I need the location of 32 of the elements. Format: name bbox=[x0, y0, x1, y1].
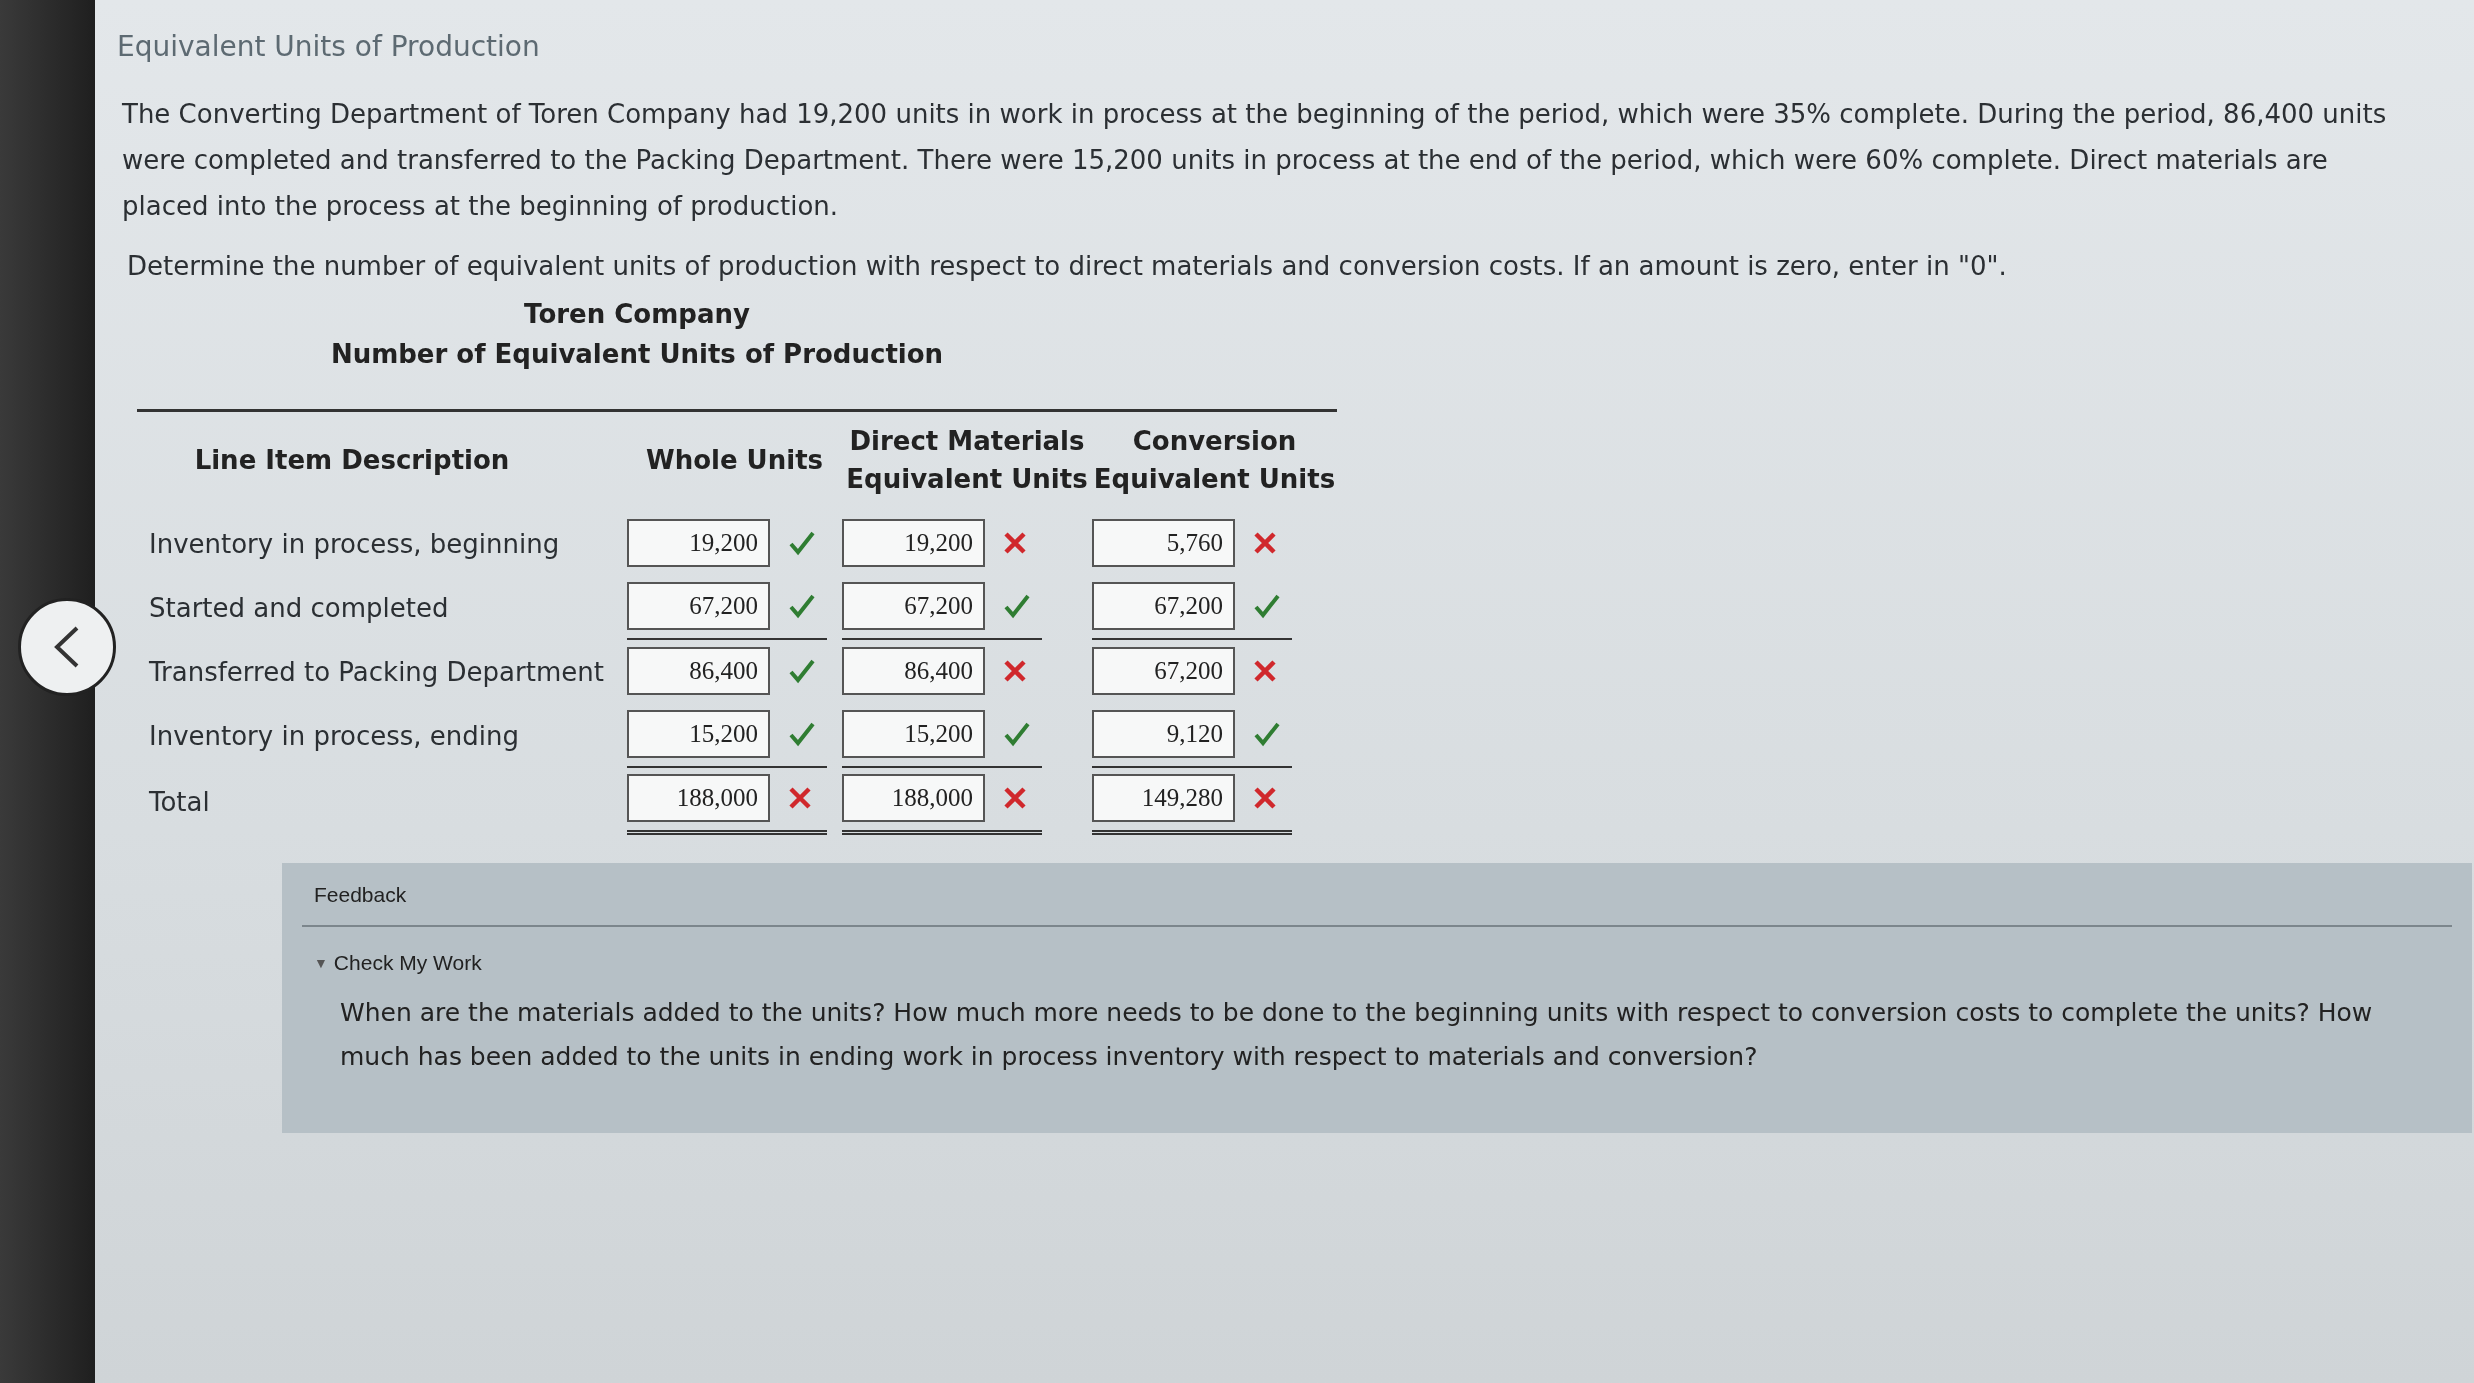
amount-field[interactable]: 67,200 bbox=[627, 582, 770, 630]
amount-field[interactable]: 67,200 bbox=[842, 582, 985, 630]
row-label: Total bbox=[148, 785, 211, 819]
column-header: Conversion Equivalent Units bbox=[1092, 425, 1337, 496]
instruction-text: Determine the number of equivalent units of production with respect to direct materials and conversion costs. If an amount is zero, enter in "0". bbox=[127, 251, 2008, 281]
company-name: Toren Company bbox=[524, 299, 750, 329]
column-header: Direct Materials Equivalent Units bbox=[845, 425, 1089, 496]
amount-field[interactable]: 15,200 bbox=[842, 710, 985, 758]
row-label: Inventory in process, beginning bbox=[148, 528, 561, 561]
amount-field[interactable]: 67,200 bbox=[1092, 582, 1235, 630]
amount-field[interactable]: 188,000 bbox=[842, 774, 985, 822]
check-my-work-toggle[interactable]: ▼ Check My Work bbox=[314, 951, 2452, 975]
amount-field[interactable]: 149,280 bbox=[1092, 774, 1235, 822]
amount-field[interactable]: 67,200 bbox=[1092, 647, 1235, 695]
column-header: Whole Units bbox=[644, 444, 825, 477]
row-label: Inventory in process, ending bbox=[148, 720, 521, 753]
feedback-heading: Feedback bbox=[302, 883, 2452, 927]
column-header: Line Item Description bbox=[193, 444, 511, 477]
amount-field[interactable]: 19,200 bbox=[842, 519, 985, 567]
row-label: Started and completed bbox=[148, 592, 450, 625]
amount-field[interactable]: 9,120 bbox=[1092, 710, 1235, 758]
amount-field[interactable]: 86,400 bbox=[842, 647, 985, 695]
row-label: Transferred to Packing Department bbox=[148, 656, 605, 689]
amount-field[interactable]: 15,200 bbox=[627, 710, 770, 758]
report-title: Number of Equivalent Units of Production bbox=[330, 339, 944, 369]
amount-field[interactable]: 86,400 bbox=[627, 647, 770, 695]
problem-text: The Converting Department of Toren Company had 19,200 units in work in process at the beginning of the period, which were 35% complete. During the period, 86,400 units were completed and transferred to the Packing Department. There were 15,200 units in process at the end of the period, which were 60% complete. Direct materials are placed into the process at the beginning of production. bbox=[122, 98, 2388, 223]
amount-field[interactable]: 5,760 bbox=[1092, 519, 1235, 567]
amount-field[interactable]: 188,000 bbox=[627, 774, 770, 822]
amount-field[interactable]: 19,200 bbox=[627, 519, 770, 567]
feedback-text: When are the materials added to the units? How much more needs to be done to the beginning units with respect to conversion costs to complete the units? How much has been added to the units in ending work in process inventory with respect to materials and conversion? bbox=[340, 997, 2374, 1073]
page-title: Equivalent Units of Production bbox=[117, 30, 541, 63]
